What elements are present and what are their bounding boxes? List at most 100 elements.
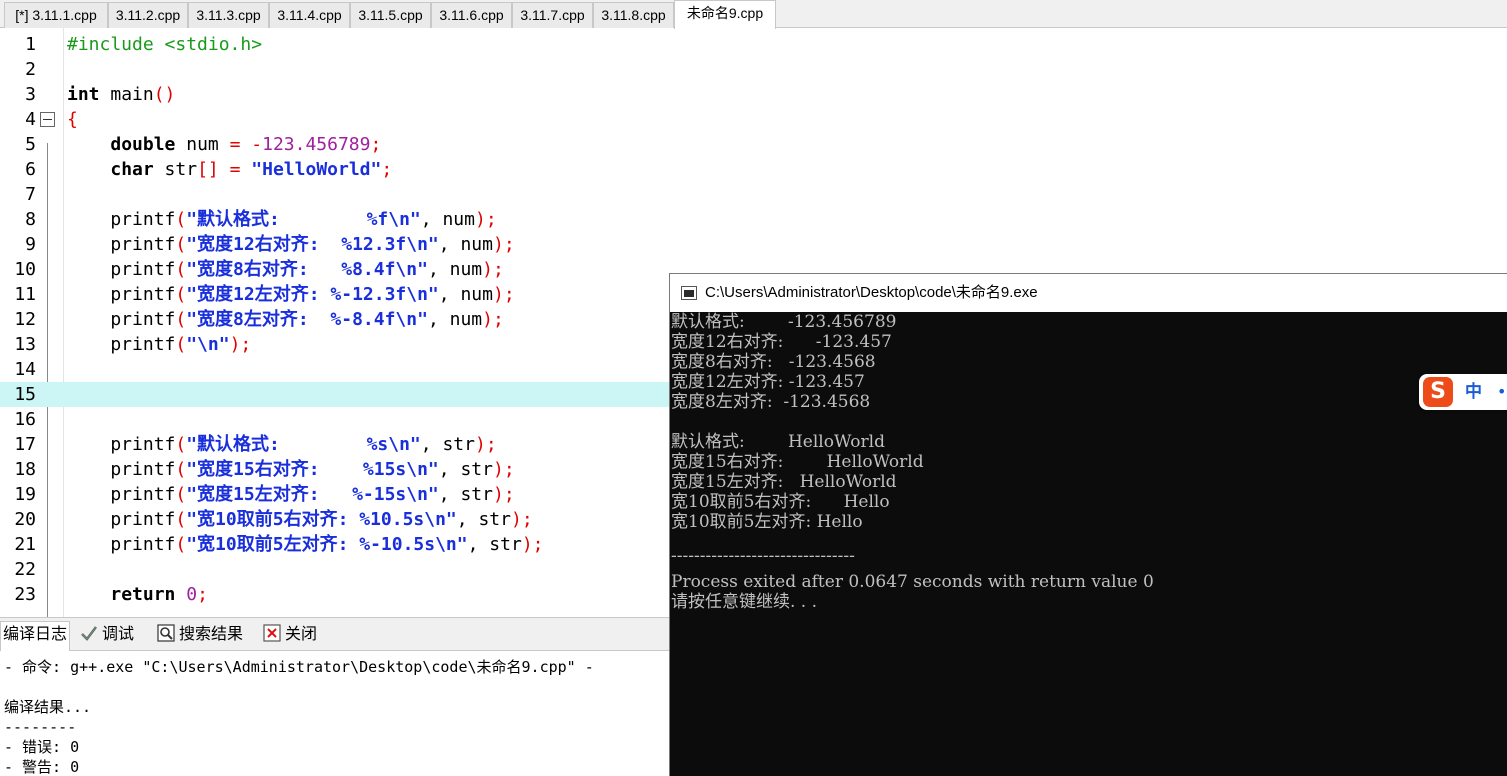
tab-debug[interactable]: 调试 bbox=[80, 622, 134, 648]
tab-untitled-9[interactable]: 未命名9.cpp bbox=[674, 0, 776, 29]
code-token: printf bbox=[67, 284, 176, 305]
code-line[interactable]: 19 printf("宽度15左对齐: %-15s\n", str); bbox=[0, 482, 670, 507]
console-line: 宽度8右对齐: -123.4568 bbox=[671, 352, 876, 372]
console-line: 宽10取前5左对齐: Hello bbox=[671, 512, 863, 532]
code-token: ); bbox=[229, 334, 252, 355]
code-token: str bbox=[449, 484, 493, 505]
code-line[interactable]: 23 return 0; bbox=[0, 582, 670, 607]
code-line[interactable]: 1 #include <stdio.h> bbox=[0, 32, 670, 57]
code-token: , bbox=[467, 534, 479, 555]
code-editor[interactable]: 1 #include <stdio.h> 2 3 int main() 4{5 doubl… bbox=[0, 28, 670, 617]
code-line[interactable]: 8 printf("默认格式: %f\n", num); bbox=[0, 207, 670, 232]
code-token: str bbox=[478, 534, 522, 555]
line-number: 10 bbox=[14, 259, 36, 280]
code-line[interactable]: 22 bbox=[0, 557, 670, 582]
code-text: printf("宽度15右对齐: %15s\n", str); bbox=[67, 457, 514, 482]
ime-punctuation-indicator[interactable]: • bbox=[1497, 374, 1506, 410]
code-line[interactable]: 7 bbox=[0, 182, 670, 207]
console-window[interactable]: C:\Users\Administrator\Desktop\code\未命名9… bbox=[669, 273, 1507, 776]
line-number: 8 bbox=[25, 209, 36, 230]
code-line[interactable]: 21 printf("宽10取前5左对齐: %-10.5s\n", str); bbox=[0, 532, 670, 557]
code-text: printf("默认格式: %f\n", num); bbox=[67, 207, 497, 232]
tab-search-results[interactable]: 搜索结果 bbox=[157, 622, 243, 648]
code-token: ); bbox=[492, 484, 515, 505]
code-token: printf bbox=[67, 209, 176, 230]
ime-status-bar[interactable]: S 中 • bbox=[1419, 374, 1507, 410]
code-token: ; bbox=[370, 134, 382, 155]
code-token: str bbox=[467, 509, 511, 530]
code-line[interactable]: 10 printf("宽度8右对齐: %8.4f\n", num); bbox=[0, 257, 670, 282]
code-token: "\n" bbox=[186, 334, 230, 355]
code-token: num bbox=[449, 284, 493, 305]
code-token: , bbox=[438, 234, 450, 255]
line-number: 9 bbox=[25, 234, 36, 255]
line-number: 11 bbox=[14, 284, 36, 305]
code-token: , bbox=[438, 284, 450, 305]
tab-3-11-6[interactable]: 3.11.6.cpp bbox=[431, 2, 512, 28]
code-line[interactable]: 4{ bbox=[0, 107, 670, 132]
tab-3-11-4[interactable]: 3.11.4.cpp bbox=[269, 2, 350, 28]
bottom-panel-tabs: 编译日志 调试 搜索结果 关闭 bbox=[0, 617, 670, 652]
console-line: 宽度15右对齐: HelloWorld bbox=[671, 452, 924, 472]
code-line[interactable]: 6 char str[] = "HelloWorld"; bbox=[0, 157, 670, 182]
code-token: , bbox=[438, 484, 450, 505]
code-token: printf bbox=[67, 434, 176, 455]
code-token: ( bbox=[175, 309, 187, 330]
code-token: , bbox=[420, 434, 432, 455]
code-token: ); bbox=[492, 284, 515, 305]
tab-3-11-5[interactable]: 3.11.5.cpp bbox=[350, 2, 431, 28]
compile-log-output[interactable]: - 命令: g++.exe "C:\Users\Administrator\De… bbox=[0, 651, 670, 776]
code-token: ( bbox=[175, 484, 187, 505]
code-line[interactable]: 13 printf("\n"); bbox=[0, 332, 670, 357]
code-token: ( bbox=[175, 234, 187, 255]
code-token: ); bbox=[474, 434, 497, 455]
tab-3-11-8[interactable]: 3.11.8.cpp bbox=[593, 2, 674, 28]
code-line[interactable]: 15 bbox=[0, 382, 670, 407]
console-title-bar[interactable]: C:\Users\Administrator\Desktop\code\未命名9… bbox=[670, 274, 1507, 312]
code-line[interactable]: 20 printf("宽10取前5右对齐: %10.5s\n", str); bbox=[0, 507, 670, 532]
code-token: ( bbox=[175, 284, 187, 305]
code-line[interactable]: 2 bbox=[0, 57, 670, 82]
fold-collapse-icon[interactable] bbox=[40, 112, 55, 127]
code-token: { bbox=[67, 109, 78, 130]
console-line: 请按任意键继续. . . bbox=[671, 592, 818, 612]
line-number: 15 bbox=[14, 384, 36, 405]
code-token: , bbox=[438, 459, 450, 480]
code-token: printf bbox=[67, 534, 176, 555]
code-line[interactable]: 14 bbox=[0, 357, 670, 382]
code-line[interactable]: 3 int main() bbox=[0, 82, 670, 107]
console-line: 默认格式: HelloWorld bbox=[671, 432, 885, 452]
tab-3-11-3[interactable]: 3.11.3.cpp bbox=[188, 2, 269, 28]
checkmark-icon bbox=[81, 626, 97, 641]
tab-3-11-1[interactable]: [*] 3.11.1.cpp bbox=[4, 2, 108, 28]
ime-mode-label[interactable]: 中 bbox=[1465, 374, 1482, 410]
code-line[interactable]: 5 double num = -123.456789; bbox=[0, 132, 670, 157]
code-token: 123.456789 bbox=[262, 134, 371, 155]
line-number: 2 bbox=[25, 59, 36, 80]
console-line: 宽10取前5右对齐: Hello bbox=[671, 492, 890, 512]
tab-3-11-7[interactable]: 3.11.7.cpp bbox=[512, 2, 593, 28]
console-app-icon bbox=[681, 286, 697, 300]
code-token: int bbox=[67, 84, 100, 105]
code-token: ); bbox=[474, 209, 497, 230]
tab-compile-log[interactable]: 编译日志 bbox=[0, 621, 71, 652]
code-token: "宽10取前5左对齐: %-10.5s\n" bbox=[186, 534, 468, 555]
code-token: ); bbox=[492, 234, 515, 255]
code-token: ); bbox=[482, 259, 504, 280]
code-line[interactable]: 9 printf("宽度12右对齐: %12.3f\n", num); bbox=[0, 232, 670, 257]
tab-3-11-2[interactable]: 3.11.2.cpp bbox=[108, 2, 188, 28]
code-text: int main() bbox=[67, 82, 175, 107]
code-line[interactable]: 11 printf("宽度12左对齐: %-12.3f\n", num); bbox=[0, 282, 670, 307]
code-token: , bbox=[427, 259, 439, 280]
code-line[interactable]: 12 printf("宽度8左对齐: %-8.4f\n", num); bbox=[0, 307, 670, 332]
code-line[interactable]: 16 bbox=[0, 407, 670, 432]
code-line[interactable]: 18 printf("宽度15右对齐: %15s\n", str); bbox=[0, 457, 670, 482]
code-token: , bbox=[420, 209, 432, 230]
line-number: 1 bbox=[25, 34, 36, 55]
code-line[interactable]: 17 printf("默认格式: %s\n", str); bbox=[0, 432, 670, 457]
tab-close[interactable]: 关闭 bbox=[263, 622, 317, 648]
code-token: ; bbox=[381, 159, 393, 180]
line-number: 17 bbox=[14, 434, 36, 455]
